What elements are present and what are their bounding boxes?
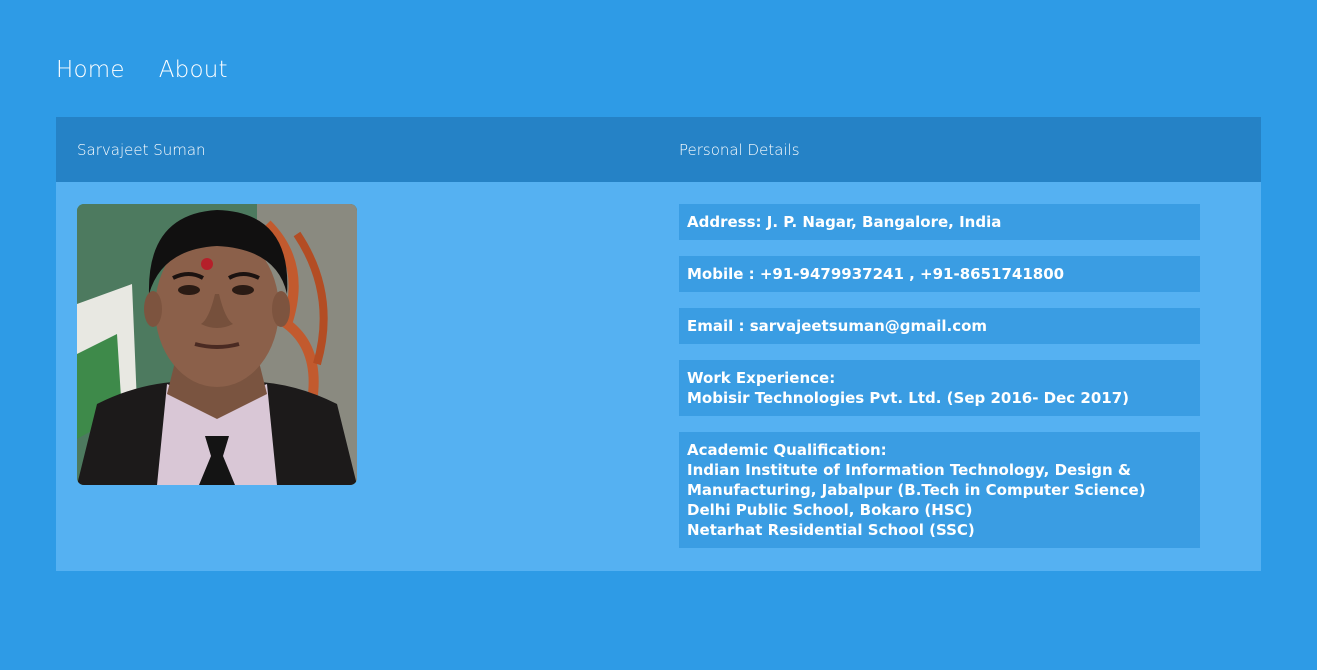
- profile-card: Sarvajeet Suman Personal Details Address…: [56, 117, 1261, 571]
- email-text: Email : sarvajeetsuman@gmail.com: [687, 317, 988, 335]
- work-item: Mobisir Technologies Pvt. Ltd. (Sep 2016…: [687, 389, 1129, 407]
- academic-item: Indian Institute of Information Technolo…: [687, 461, 1146, 499]
- mobile-text: Mobile : +91-9479937241 , +91-8651741800: [687, 265, 1065, 283]
- top-nav: Home About: [56, 56, 228, 84]
- nav-about-link[interactable]: About: [159, 56, 228, 84]
- detail-work-experience: Work Experience: Mobisir Technologies Pv…: [679, 360, 1200, 416]
- personal-details: Address: J. P. Nagar, Bangalore, India M…: [679, 204, 1200, 564]
- card-header: Sarvajeet Suman Personal Details: [56, 117, 1261, 182]
- profile-photo: [77, 204, 357, 485]
- detail-address: Address: J. P. Nagar, Bangalore, India: [679, 204, 1200, 240]
- nav-home-link[interactable]: Home: [56, 56, 125, 84]
- academic-title: Academic Qualification:: [687, 441, 887, 459]
- detail-mobile: Mobile : +91-9479937241 , +91-8651741800: [679, 256, 1200, 292]
- address-text: Address: J. P. Nagar, Bangalore, India: [687, 213, 1002, 231]
- section-title: Personal Details: [679, 141, 800, 159]
- detail-email: Email : sarvajeetsuman@gmail.com: [679, 308, 1200, 344]
- academic-item: Netarhat Residential School (SSC): [687, 521, 975, 539]
- detail-academic: Academic Qualification: Indian Institute…: [679, 432, 1200, 548]
- academic-item: Delhi Public School, Bokaro (HSC): [687, 501, 973, 519]
- profile-name: Sarvajeet Suman: [77, 141, 206, 159]
- work-title: Work Experience:: [687, 369, 836, 387]
